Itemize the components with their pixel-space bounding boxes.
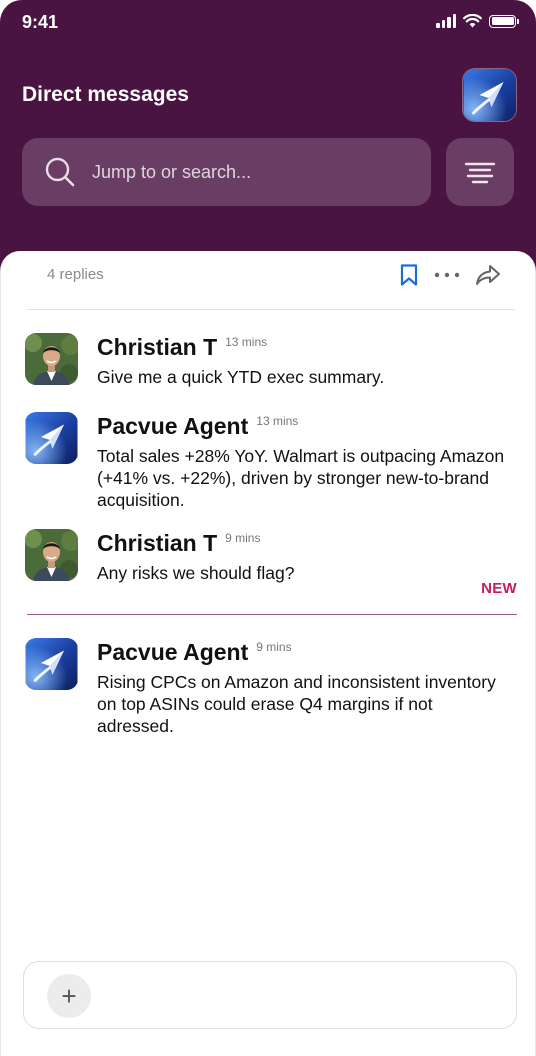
message-author[interactable]: Pacvue Agent	[97, 412, 248, 440]
filter-button[interactable]	[446, 138, 514, 206]
message-time: 9 mins	[256, 640, 292, 654]
new-messages-label: NEW	[481, 580, 517, 597]
message-text: Any risks we should flag?	[97, 563, 295, 583]
status-icons	[436, 14, 519, 28]
message-text: Rising CPCs on Amazon and inconsistent i…	[97, 672, 496, 736]
agent-logo-icon[interactable]	[25, 412, 78, 464]
search-icon	[45, 157, 75, 187]
message: Christian T 9 mins Any risks we should f…	[25, 529, 515, 589]
thread-actions	[399, 263, 501, 287]
header: 9:41 Direct messages Jump to or search..…	[0, 0, 536, 290]
page-title: Direct messages	[22, 83, 189, 106]
thread-panel: 4 replies Christian T 13 mins Give me a …	[0, 251, 536, 1056]
message-author[interactable]: Christian T	[97, 529, 217, 557]
message-time: 9 mins	[225, 531, 261, 545]
plus-icon[interactable]: +	[47, 974, 91, 1018]
message-author[interactable]: Christian T	[97, 333, 217, 361]
message: Pacvue Agent 13 mins Total sales +28% Yo…	[25, 412, 515, 512]
search-input[interactable]: Jump to or search...	[22, 138, 431, 206]
message-author[interactable]: Pacvue Agent	[97, 638, 248, 666]
status-time: 9:41	[22, 12, 59, 32]
more-icon[interactable]	[433, 271, 461, 279]
replies-count: 4 replies	[47, 266, 104, 283]
signal-icon	[436, 14, 456, 28]
agent-logo-icon[interactable]	[25, 638, 78, 690]
search-placeholder: Jump to or search...	[92, 161, 252, 182]
avatar[interactable]	[25, 529, 78, 581]
message-composer[interactable]: +	[23, 961, 517, 1029]
message-time: 13 mins	[256, 414, 299, 428]
share-icon[interactable]	[475, 264, 501, 286]
agent-logo-icon[interactable]	[462, 68, 517, 122]
bookmark-icon[interactable]	[399, 263, 419, 287]
filter-icon	[464, 162, 496, 184]
battery-icon	[489, 14, 519, 28]
message-text: Give me a quick YTD exec summary.	[97, 367, 385, 387]
message-time: 13 mins	[225, 335, 268, 349]
message-text: Total sales +28% YoY. Walmart is outpaci…	[97, 446, 505, 510]
divider	[27, 309, 515, 310]
wifi-icon	[463, 14, 482, 28]
message: Christian T 13 mins Give me a quick YTD …	[25, 333, 515, 393]
avatar[interactable]	[25, 333, 78, 385]
message: Pacvue Agent 9 mins Rising CPCs on Amazo…	[25, 638, 515, 738]
new-messages-divider	[27, 614, 517, 615]
